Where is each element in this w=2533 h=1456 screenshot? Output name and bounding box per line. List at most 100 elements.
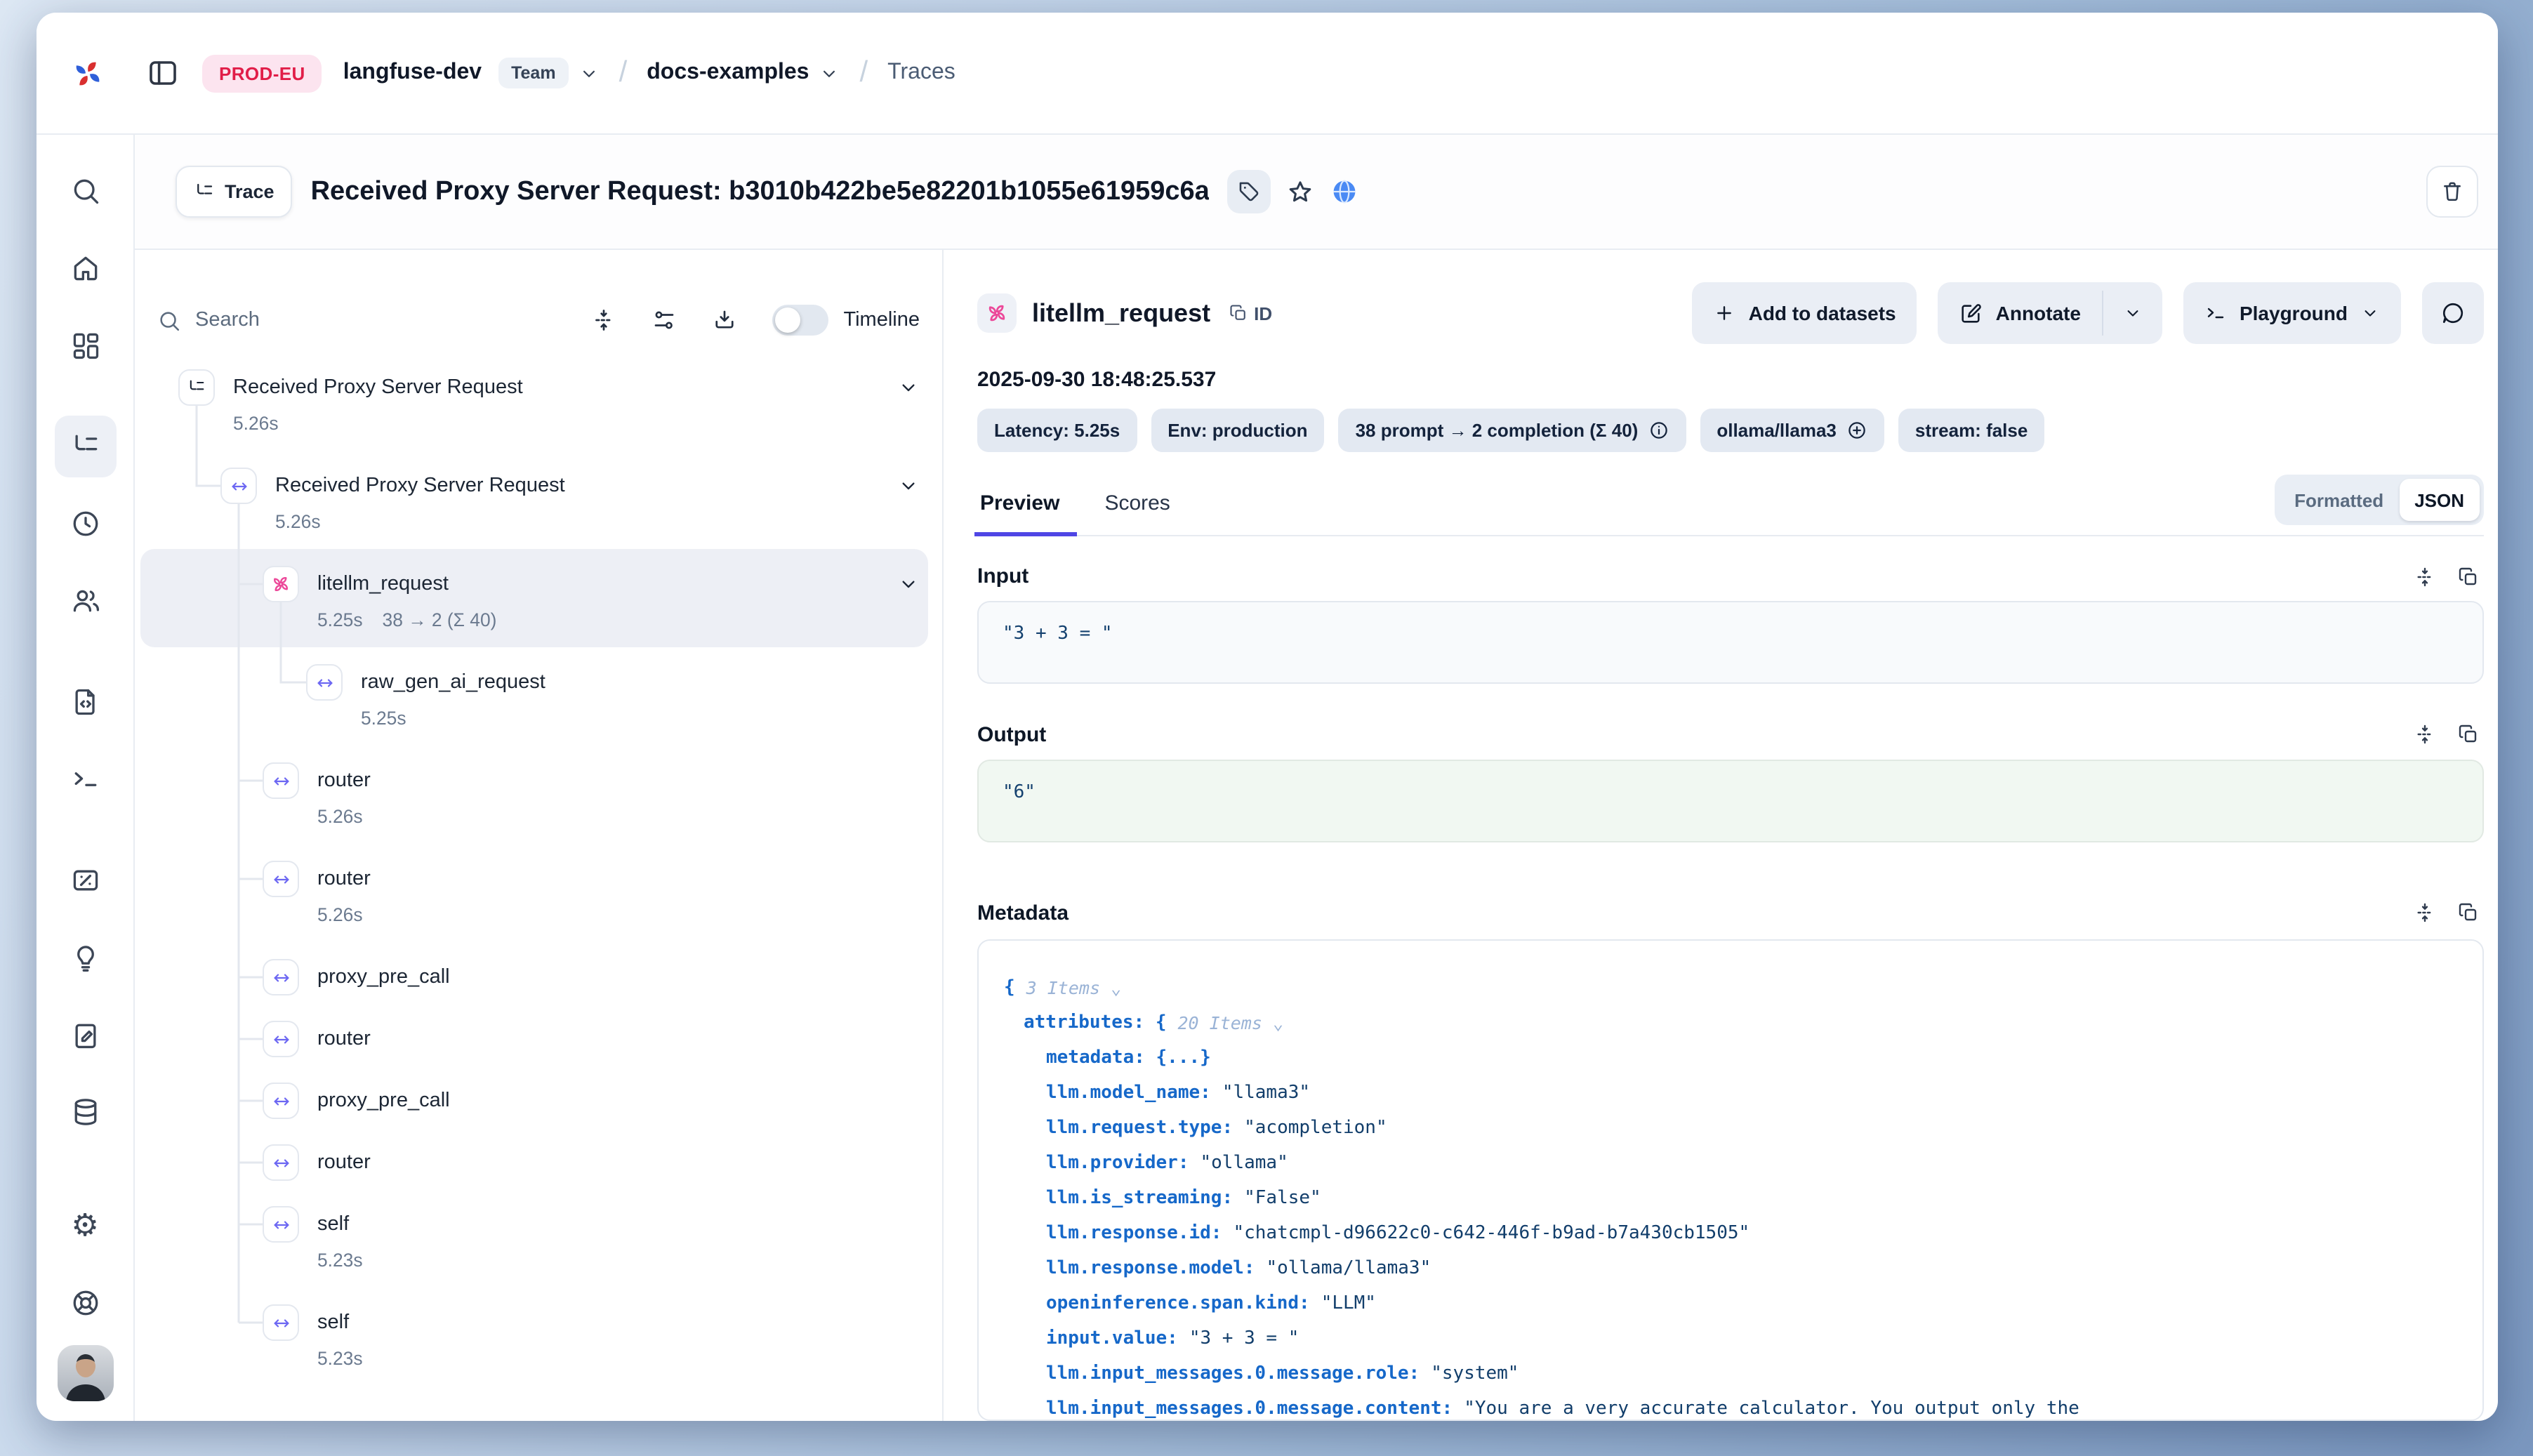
tree-list: Received Proxy Server Request 5.26s Rece…	[135, 364, 942, 1421]
copy-icon[interactable]	[2457, 724, 2480, 746]
observation-timestamp: 2025-09-30 18:48:25.537	[977, 368, 2484, 392]
metadata-json-viewer[interactable]: {3 Items ⌄ attributes: {20 Items ⌄ metad…	[977, 939, 2484, 1421]
detail-tabs: Preview Scores Formatted JSON	[977, 475, 2484, 536]
annotation-clipboard-icon[interactable]	[54, 1004, 116, 1066]
users-icon[interactable]	[54, 570, 116, 632]
home-icon[interactable]	[54, 237, 116, 299]
observation-tree-panel: Timeline	[135, 250, 944, 1421]
observation-badges: Latency: 5.25s Env: production 38 prompt…	[977, 409, 2484, 452]
tree-row-span[interactable]: self 5.23s	[135, 1200, 942, 1299]
chevron-down-icon[interactable]	[897, 573, 920, 595]
input-title: Input	[977, 564, 1029, 588]
desktop-background: PROD-EU langfuse-dev Team / docs-example…	[0, 0, 2533, 1456]
add-to-datasets-button[interactable]: Add to datasets	[1693, 282, 1917, 344]
tree-row-span[interactable]: router	[135, 1139, 942, 1200]
collapse-all-icon[interactable]	[590, 307, 616, 333]
trace-type-badge[interactable]: Trace	[176, 166, 293, 218]
playground-terminal-icon[interactable]	[54, 748, 116, 810]
stream-badge: stream: false	[1898, 409, 2044, 452]
plus-circle-icon	[1846, 420, 1867, 441]
metadata-title: Metadata	[977, 901, 1069, 925]
trace-title: Received Proxy Server Request: b3010b422…	[311, 176, 1210, 207]
annotate-button[interactable]: Annotate	[1938, 282, 2102, 344]
generation-icon	[977, 293, 1017, 333]
dashboard-icon[interactable]	[54, 315, 116, 376]
annotate-pen-icon	[1959, 301, 1983, 325]
tab-scores[interactable]: Scores	[1102, 480, 1172, 535]
tree-search[interactable]	[157, 308, 590, 332]
copy-icon[interactable]	[2457, 902, 2480, 925]
trace-tree-icon	[178, 369, 215, 406]
tracing-icon[interactable]	[54, 416, 116, 477]
terminal-prompt-icon	[2204, 302, 2227, 324]
user-avatar[interactable]	[57, 1345, 113, 1401]
token-usage-badge[interactable]: 38 prompt → 2 completion (Σ 40)	[1339, 409, 1686, 452]
tree-search-input[interactable]	[195, 309, 343, 331]
search-icon	[157, 308, 181, 332]
sidebar-toggle-icon[interactable]	[146, 56, 180, 90]
collapse-section-icon[interactable]	[2414, 724, 2436, 746]
org-name[interactable]: langfuse-dev	[343, 60, 482, 86]
trace-tree-icon	[194, 181, 215, 202]
evaluation-icon[interactable]	[54, 849, 116, 911]
breadcrumb-separator: /	[859, 56, 868, 90]
copy-icon[interactable]	[2457, 565, 2480, 588]
tree-row-span[interactable]: router 5.26s	[135, 855, 942, 953]
org-type-badge: Team	[498, 58, 568, 88]
plus-icon	[1714, 302, 1736, 324]
copy-icon	[1229, 303, 1248, 323]
tree-row-span[interactable]: router	[135, 1015, 942, 1077]
display-settings-icon[interactable]	[651, 307, 676, 333]
org-chevron-down-icon[interactable]	[578, 62, 600, 84]
search-icon[interactable]	[54, 160, 116, 222]
tree-row-span[interactable]: self 5.23s	[135, 1299, 942, 1397]
chevron-down-icon[interactable]	[897, 475, 920, 497]
tree-row-generation-selected[interactable]: litellm_request 5.25s38 → 2 (Σ 40)	[135, 560, 942, 658]
project-chevron-down-icon[interactable]	[819, 62, 840, 84]
app-logo[interactable]	[69, 54, 107, 92]
environment-badge[interactable]: PROD-EU	[202, 54, 322, 92]
tree-row-span[interactable]: proxy_pre_call	[135, 953, 942, 1015]
star-icon[interactable]	[1287, 178, 1315, 206]
chevron-down-icon[interactable]	[897, 376, 920, 399]
output-section-header: Output	[977, 723, 2484, 747]
breadcrumb-section[interactable]: Traces	[887, 60, 955, 86]
comment-bubble-icon	[2440, 300, 2466, 326]
span-arrows-icon	[263, 1021, 299, 1057]
timeline-toggle[interactable]	[772, 305, 828, 336]
tree-toolbar: Timeline	[157, 292, 920, 348]
copy-id-button[interactable]: ID	[1229, 303, 1272, 324]
prompts-file-icon[interactable]	[54, 671, 116, 733]
playground-button[interactable]: Playground	[2183, 282, 2401, 344]
trash-icon[interactable]	[2426, 166, 2478, 218]
tree-row-span[interactable]: router 5.26s	[135, 757, 942, 855]
settings-gear-icon[interactable]: ⚙	[54, 1195, 116, 1257]
tab-preview[interactable]: Preview	[977, 480, 1062, 535]
chevron-down-icon	[2360, 303, 2380, 323]
lightbulb-icon[interactable]	[54, 927, 116, 988]
tree-row-span[interactable]: Received Proxy Server Request 5.26s	[135, 462, 942, 560]
span-arrows-icon	[306, 664, 343, 701]
format-toggle-formatted[interactable]: Formatted	[2279, 479, 2399, 521]
annotate-dropdown-chevron[interactable]	[2103, 282, 2162, 344]
public-globe-icon[interactable]	[1330, 177, 1360, 206]
format-toggle-json[interactable]: JSON	[2399, 479, 2480, 521]
observation-name: litellm_request	[1032, 298, 1210, 328]
tree-row-trace-root[interactable]: Received Proxy Server Request 5.26s	[135, 364, 942, 462]
download-icon[interactable]	[711, 307, 736, 333]
tag-icon[interactable]	[1228, 170, 1271, 213]
model-badge[interactable]: ollama/llama3	[1700, 409, 1884, 452]
annotate-button-group: Annotate	[1938, 282, 2162, 344]
collapse-section-icon[interactable]	[2414, 565, 2436, 588]
project-name[interactable]: docs-examples	[647, 60, 809, 86]
collapse-section-icon[interactable]	[2414, 902, 2436, 925]
datasets-database-icon[interactable]	[54, 1081, 116, 1143]
span-arrows-icon	[263, 762, 299, 799]
tree-row-span[interactable]: raw_gen_ai_request 5.25s	[135, 658, 942, 757]
sessions-clock-icon[interactable]	[54, 493, 116, 555]
tree-row-span[interactable]: proxy_pre_call	[135, 1077, 942, 1139]
comments-button[interactable]	[2422, 282, 2484, 344]
span-arrows-icon	[263, 861, 299, 897]
support-lifebuoy-icon[interactable]	[54, 1272, 116, 1334]
latency-badge: Latency: 5.25s	[977, 409, 1137, 452]
